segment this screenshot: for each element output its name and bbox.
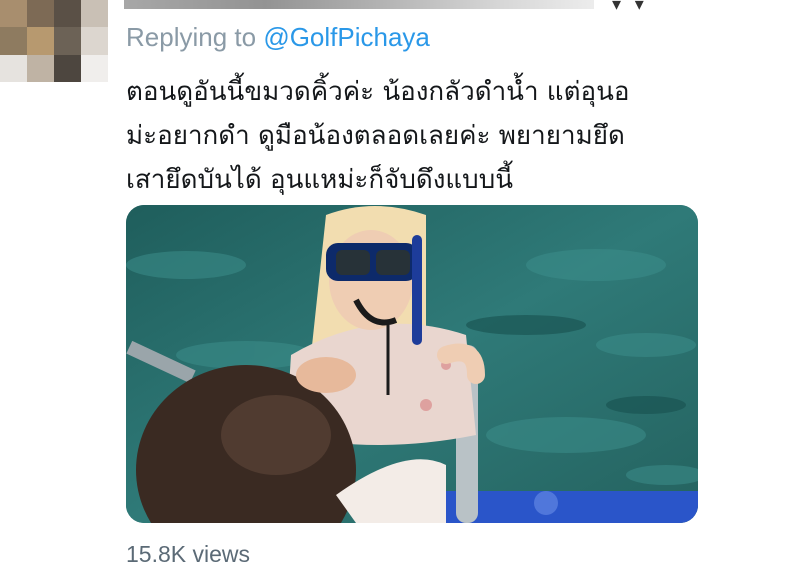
avatar-blurred[interactable] bbox=[0, 0, 108, 82]
tweet-text-line: เสายึดบันได้ อุนแหม่ะก็จับดึงแบบนี้ bbox=[126, 165, 513, 195]
replying-to: Replying to @GolfPichaya bbox=[126, 20, 430, 54]
replying-prefix: Replying to bbox=[126, 22, 264, 52]
replying-handle-link[interactable]: @GolfPichaya bbox=[263, 22, 430, 52]
tweet-text: ตอนดูอันนี้ขมวดคิ้วค่ะ น้องกลัวดำน้ำ แต่… bbox=[126, 70, 726, 202]
video-media[interactable] bbox=[126, 205, 698, 523]
author-name-blurred[interactable] bbox=[124, 0, 594, 9]
more-options-icon[interactable]: ▾ ▾ bbox=[612, 0, 652, 15]
video-thumbnail-image bbox=[126, 205, 698, 523]
view-count: 15.8K views bbox=[126, 541, 251, 567]
tweet-text-line: ตอนดูอันนี้ขมวดคิ้วค่ะ น้องกลัวดำน้ำ แต่… bbox=[126, 77, 630, 107]
tweet-text-line: ม่ะอยากดำ ดูมือน้องตลอดเลยค่ะ พยายามยึด bbox=[126, 121, 625, 151]
